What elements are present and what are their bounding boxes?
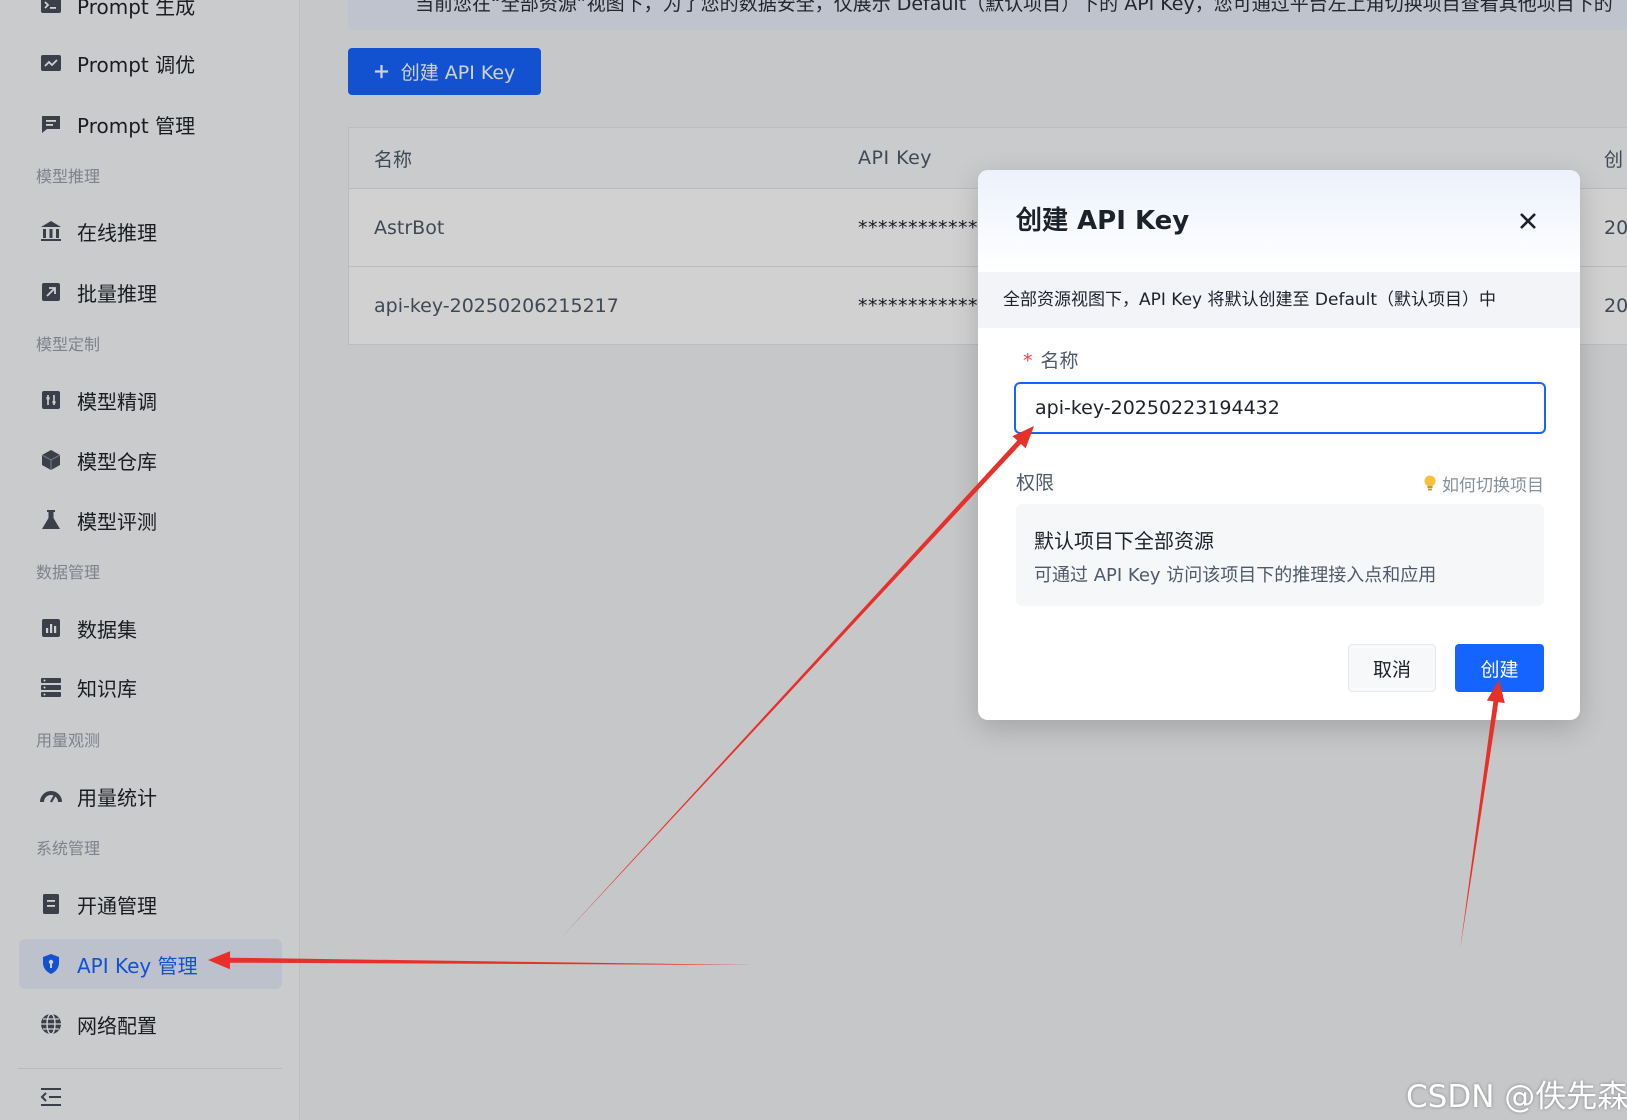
close-icon[interactable] — [1519, 212, 1537, 230]
name-input[interactable] — [1014, 382, 1546, 434]
cancel-button[interactable]: 取消 — [1348, 644, 1436, 692]
help-link-text: 如何切换项目 — [1442, 475, 1544, 496]
permission-label: 权限 — [1016, 472, 1055, 494]
csdn-watermark: CSDN @佚先森 — [1406, 1079, 1627, 1115]
switch-project-help-link[interactable]: 如何切换项目 — [1422, 470, 1544, 496]
dialog-info-banner: 全部资源视图下，API Key 将默认创建至 Default（默认项目）中 — [978, 272, 1580, 328]
api-key-page: Prompt 生成 Prompt 调优 Prompt 管理 模型推理 在线推理 — [0, 0, 1627, 1120]
permission-option-title: 默认项目下全部资源 — [1034, 529, 1214, 553]
create-api-key-dialog: 创建 API Key 全部资源视图下，API Key 将默认创建至 Defaul… — [978, 170, 1580, 720]
permission-option-description: 可通过 API Key 访问该项目下的推理接入点和应用 — [1034, 565, 1437, 586]
required-mark: * — [1023, 350, 1033, 372]
name-field-label: * 名称 — [1023, 348, 1079, 374]
name-label-text: 名称 — [1040, 350, 1079, 372]
permission-option-card[interactable]: 默认项目下全部资源 可通过 API Key 访问该项目下的推理接入点和应用 — [1016, 504, 1544, 606]
lightbulb-icon — [1424, 475, 1436, 491]
create-button[interactable]: 创建 — [1455, 644, 1544, 692]
dialog-title: 创建 API Key — [1016, 206, 1190, 236]
